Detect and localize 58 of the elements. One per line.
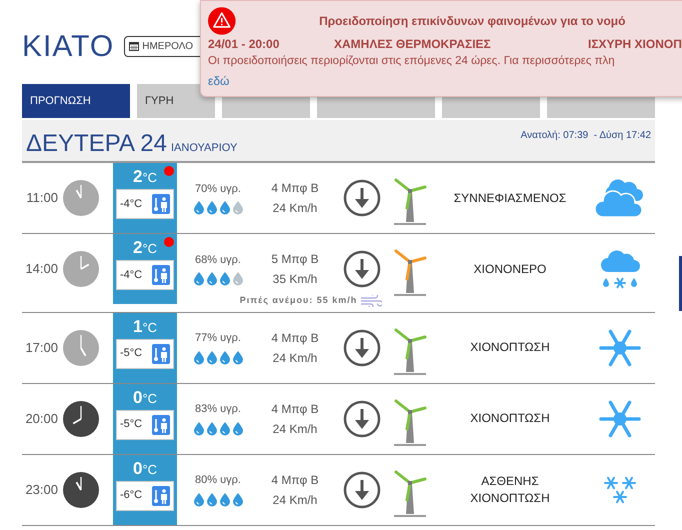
beaufort-label: 5 Μπφ Β	[270, 251, 320, 268]
sunrise-sunset-text: Ανατολή: 07:39 - Δύση 17:42	[520, 129, 651, 143]
wind-speed-label: 24 Km/h	[272, 350, 318, 366]
city-title: ΚΙΑΤΟ	[22, 28, 114, 64]
hour-label: 17:00	[24, 338, 58, 357]
hour-label: 11:00	[25, 189, 58, 208]
temperature-value: 0°C	[132, 458, 158, 480]
beaufort-label: 4 Μπφ Β	[270, 472, 320, 488]
hour-label: 14:00	[24, 260, 58, 278]
temperature-value: 2°C	[132, 237, 158, 259]
snowflake-icon	[598, 398, 640, 440]
feels-like-icon	[152, 414, 170, 434]
feels-like-icon	[152, 486, 170, 506]
calendar-icon	[129, 41, 140, 51]
snowflakes-icon	[602, 474, 638, 504]
warning-title: Προειδοποίηση επικίνδυνων φαινομένων για το νομό	[318, 13, 626, 30]
temperature-value: 0°C	[132, 386, 158, 408]
feels-like-icon	[152, 344, 170, 364]
warning-icon	[208, 7, 236, 35]
tab[interactable]: ΠΡΟΓΝΩΣΗ	[22, 84, 130, 118]
hour-label: 20:00	[24, 410, 58, 428]
tab[interactable]: ΓΥΡΗ	[137, 84, 215, 118]
wind-icon	[360, 294, 382, 307]
weather-description: ΣΥΝΝΕΦΙΑΣΜΕΝΟΣ	[454, 190, 566, 206]
beaufort-label: 4 Μπφ Β	[270, 330, 320, 346]
feels-like-value: -4°C	[120, 196, 142, 212]
wind-speed-label: 24 Km/h	[272, 200, 318, 217]
humidity-label: 80% υγρ.	[194, 473, 242, 488]
temperature-value: 2°C	[132, 166, 158, 188]
warning-item: ΧΑΜΗΛΕΣ ΘΕΡΜΟΚΡΑΣΙΕΣ	[334, 37, 492, 52]
wind-speed-label: 24 Km/h	[272, 420, 318, 438]
beaufort-label: 4 Μπφ Β	[270, 180, 320, 197]
warning-item: ΙΣΧΥΡΗ ΧΙΟΝΟΠ	[588, 37, 682, 52]
month-label: ΙΑΝΟΥΑΡΙΟΥ	[171, 142, 238, 154]
feels-like-icon	[152, 194, 170, 214]
feels-like-icon	[152, 265, 170, 285]
day-title: ΔΕΥΤΕΡΑ 24	[26, 130, 167, 157]
feels-like-value: -6°C	[120, 488, 142, 504]
snowflake-icon	[598, 326, 640, 368]
weather-description: ΧΙΟΝΟΠΤΩΣΗ	[470, 339, 550, 356]
hour-label: 23:00	[24, 480, 58, 499]
wind-speed-label: 24 Km/h	[272, 492, 318, 508]
humidity-label: 68% υγρ.	[194, 252, 242, 268]
humidity-label: 77% υγρ.	[194, 331, 242, 346]
humidity-label: 70% υγρ.	[194, 182, 242, 197]
beaufort-label: 4 Μπφ Β	[270, 400, 320, 418]
weather-description: ΑΣΘΕΝΗΣ ΧΙΟΝΟΠΤΩΣΗ	[469, 473, 551, 506]
weather-description: ΧΙΟΝΟΝΕΡΟ	[474, 260, 546, 278]
warning-note: Οι προειδοποιήσεις περιορίζονται στις επόμενες 24 ώρες. Για περισσότερες πλη	[208, 54, 616, 69]
feels-like-value: -4°C	[120, 268, 142, 283]
feels-like-value: -5°C	[120, 417, 142, 432]
weather-description: ΧΙΟΝΟΠΤΩΣΗ	[470, 410, 550, 427]
humidity-label: 83% υγρ.	[194, 402, 242, 418]
feels-like-value: -5°C	[120, 346, 142, 362]
wind-gust-text: Ριπές ανέμου: 55 km/h	[240, 294, 358, 307]
side-marker	[679, 256, 682, 311]
wind-speed-label: 35 Km/h	[272, 271, 318, 288]
temperature-value: 1°C	[132, 316, 158, 338]
